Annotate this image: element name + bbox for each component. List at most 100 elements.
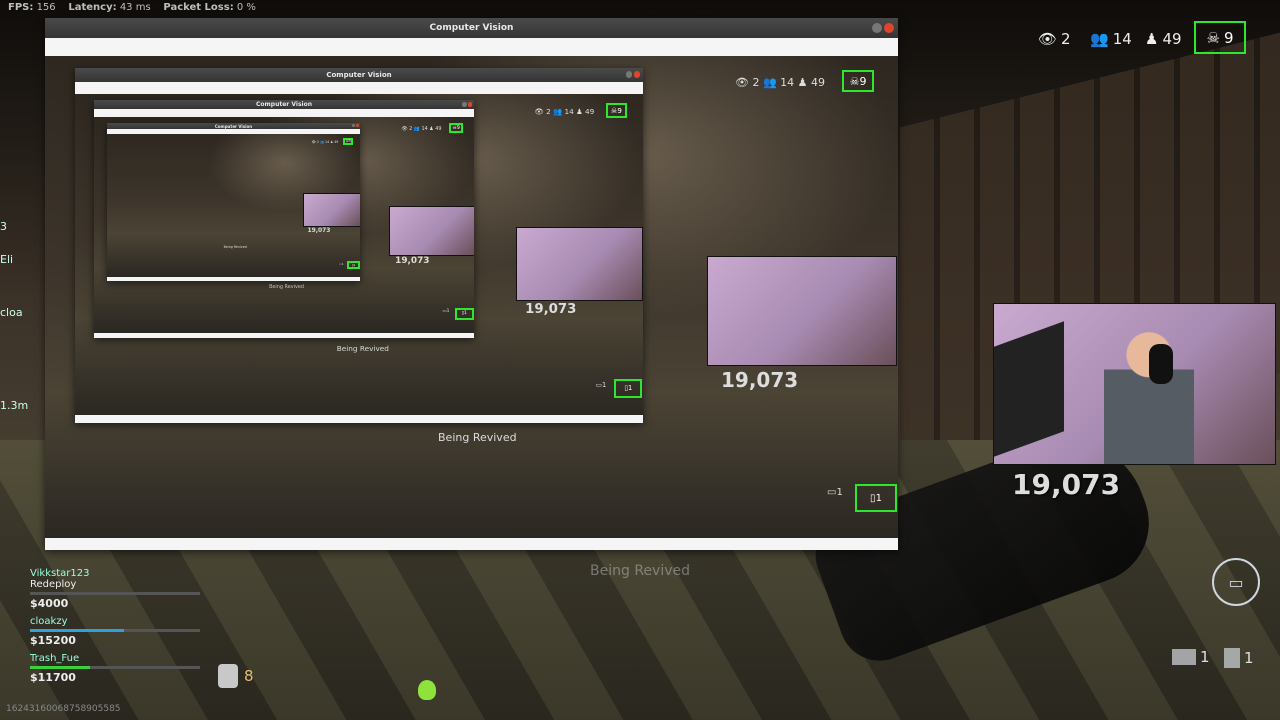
packet-loss-label: Packet Loss:: [163, 2, 234, 13]
left-hud-item: 1.3m: [0, 399, 29, 412]
window-titlebar[interactable]: Computer Vision: [45, 18, 898, 38]
eye-icon: 👁: [311, 139, 316, 144]
plate-detection-box: ▯ 1: [347, 260, 360, 270]
revive-status: Being Revived: [438, 431, 517, 444]
armor-plate-icon: [218, 664, 238, 688]
squad-icon: 👥: [762, 76, 777, 89]
minimize-button[interactable]: [352, 124, 356, 128]
plate-icon: [1224, 648, 1240, 668]
webcam-counter: 19,073: [395, 255, 430, 266]
monitor: [994, 321, 1064, 457]
eye-icon: 👁: [1038, 30, 1058, 48]
close-button[interactable]: [355, 124, 359, 128]
squad-icon: 👥: [319, 139, 324, 144]
squad-member: Vikkstar123 Redeploy $4000: [30, 568, 200, 610]
squad-icon: 👥: [413, 125, 420, 132]
headphones: [1149, 344, 1173, 384]
plate-detection-box: ▯ 1: [454, 307, 474, 321]
window-title: Computer Vision: [214, 123, 253, 129]
person-icon: ♟: [429, 125, 434, 132]
plate-count: 1: [1224, 648, 1254, 668]
health-bar: [30, 629, 200, 632]
performance-stats: FPS: 156 Latency: 43 ms Packet Loss: 0 %: [8, 2, 256, 13]
minimize-button[interactable]: [625, 71, 633, 78]
revive-status: Being Revived: [269, 284, 304, 291]
armor-box-count: ▭1: [827, 487, 843, 498]
eye-icon: 👁: [735, 76, 749, 89]
health-bar: [30, 666, 200, 669]
plate-stack: 8: [218, 664, 254, 688]
window-titlebar[interactable]: Computer Vision: [94, 100, 474, 109]
session-id: 16243160068758905585: [6, 704, 121, 714]
squad-member-status: Redeploy: [30, 579, 77, 590]
person-icon: ♟: [797, 76, 808, 89]
person-icon: ♟: [1145, 30, 1159, 48]
skull-icon: ☠: [1206, 28, 1220, 47]
kill-count-detection-box: ☠ 9: [1194, 21, 1246, 54]
spectator-count: 👁 2: [1038, 30, 1071, 48]
webcam-counter: 19,073: [721, 368, 799, 392]
squad-member-money: $11700: [30, 671, 76, 684]
close-button[interactable]: [633, 71, 641, 78]
minimize-button[interactable]: [872, 23, 882, 33]
skull-icon: ☠: [849, 74, 860, 88]
webcam-feed: [707, 256, 897, 366]
match-stats: 👁 2 👥 14 ♟ 49: [401, 125, 442, 132]
squad-member-money: $4000: [30, 597, 69, 610]
armor-box-count: ▭1: [595, 380, 607, 389]
latency-label: Latency:: [68, 2, 117, 13]
webcam-counter: 19,073: [1012, 468, 1121, 501]
fps-value: 156: [36, 2, 56, 13]
window-title: Computer Vision: [429, 23, 514, 33]
computer-vision-window[interactable]: Computer Vision 19,073 👁 2 👥 14 ♟ 49 ☠ 9 ▭1 ▯ 1…: [107, 123, 360, 281]
armor-box-count: 1: [1172, 648, 1210, 666]
window-title: Computer Vision: [326, 71, 392, 79]
squad-icon: 👥: [553, 107, 563, 117]
packet-loss-value: 0 %: [236, 2, 256, 13]
kill-count-detection-box: ☠ 9: [605, 103, 627, 118]
squad-icon: 👥: [1090, 30, 1109, 48]
fps-label: FPS:: [8, 2, 34, 13]
kill-count-detection-box: ☠ 9: [842, 70, 874, 92]
webcam-feed: [388, 206, 474, 257]
match-stats: 👁 2 👥 14 ♟ 49: [735, 76, 826, 89]
left-hud-item: Eli: [0, 253, 14, 266]
green-skull-icon: [418, 680, 436, 700]
revive-status: Being Revived: [336, 343, 389, 353]
window-titlebar[interactable]: Computer Vision: [75, 68, 643, 82]
webcam-feed: [303, 193, 360, 228]
squads-remaining: 👥 14: [1090, 30, 1132, 48]
eye-icon: 👁: [401, 125, 408, 132]
close-button[interactable]: [884, 23, 894, 33]
squad-member-name: Vikkstar123: [30, 568, 90, 579]
armor-box-count: ▭1: [338, 261, 344, 266]
squad-member-name: cloakzy: [30, 616, 68, 627]
revive-status: Being Revived: [223, 245, 247, 250]
armor-box-count: ▭1: [442, 309, 450, 314]
latency-value: 43 ms: [119, 2, 151, 13]
ammo-crate-icon: ▭: [1212, 558, 1260, 606]
squad-member-name: Trash_Fue: [30, 653, 80, 664]
plate-detection-box: ▯ 1: [855, 484, 897, 512]
webcam-counter: 19,073: [525, 301, 577, 317]
streamer: [1104, 324, 1194, 464]
webcam-feed: [515, 227, 643, 302]
eye-icon: 👁: [534, 107, 544, 117]
person-icon: ♟: [576, 107, 583, 117]
match-stats: 👁 2 👥 14 ♟ 49: [311, 139, 339, 144]
match-stats: 👁 2 👥 14 ♟ 49: [534, 107, 595, 117]
squad-member: Trash_Fue $11700: [30, 653, 200, 684]
minimize-button[interactable]: [462, 102, 467, 107]
squad-member-money: $15200: [30, 634, 76, 647]
person-icon: ♟: [330, 139, 334, 144]
kill-count-detection-box: ☠ 9: [449, 123, 464, 134]
armor-box-icon: [1172, 649, 1196, 665]
health-bar: [30, 592, 200, 595]
window-title: Computer Vision: [256, 101, 312, 108]
webcam-counter: 19,073: [307, 226, 331, 234]
webcam-feed: [993, 303, 1276, 465]
close-button[interactable]: [467, 102, 473, 107]
window-video-frame: 19,073 👁 2 👥 14 ♟ 49 ☠ 9 ▭1 ▯ 1 Being Revived: [107, 134, 360, 277]
players-remaining: ♟ 49: [1145, 30, 1182, 48]
squad-list: Vikkstar123 Redeploy $4000 cloakzy $15200 Tra…: [30, 565, 200, 690]
